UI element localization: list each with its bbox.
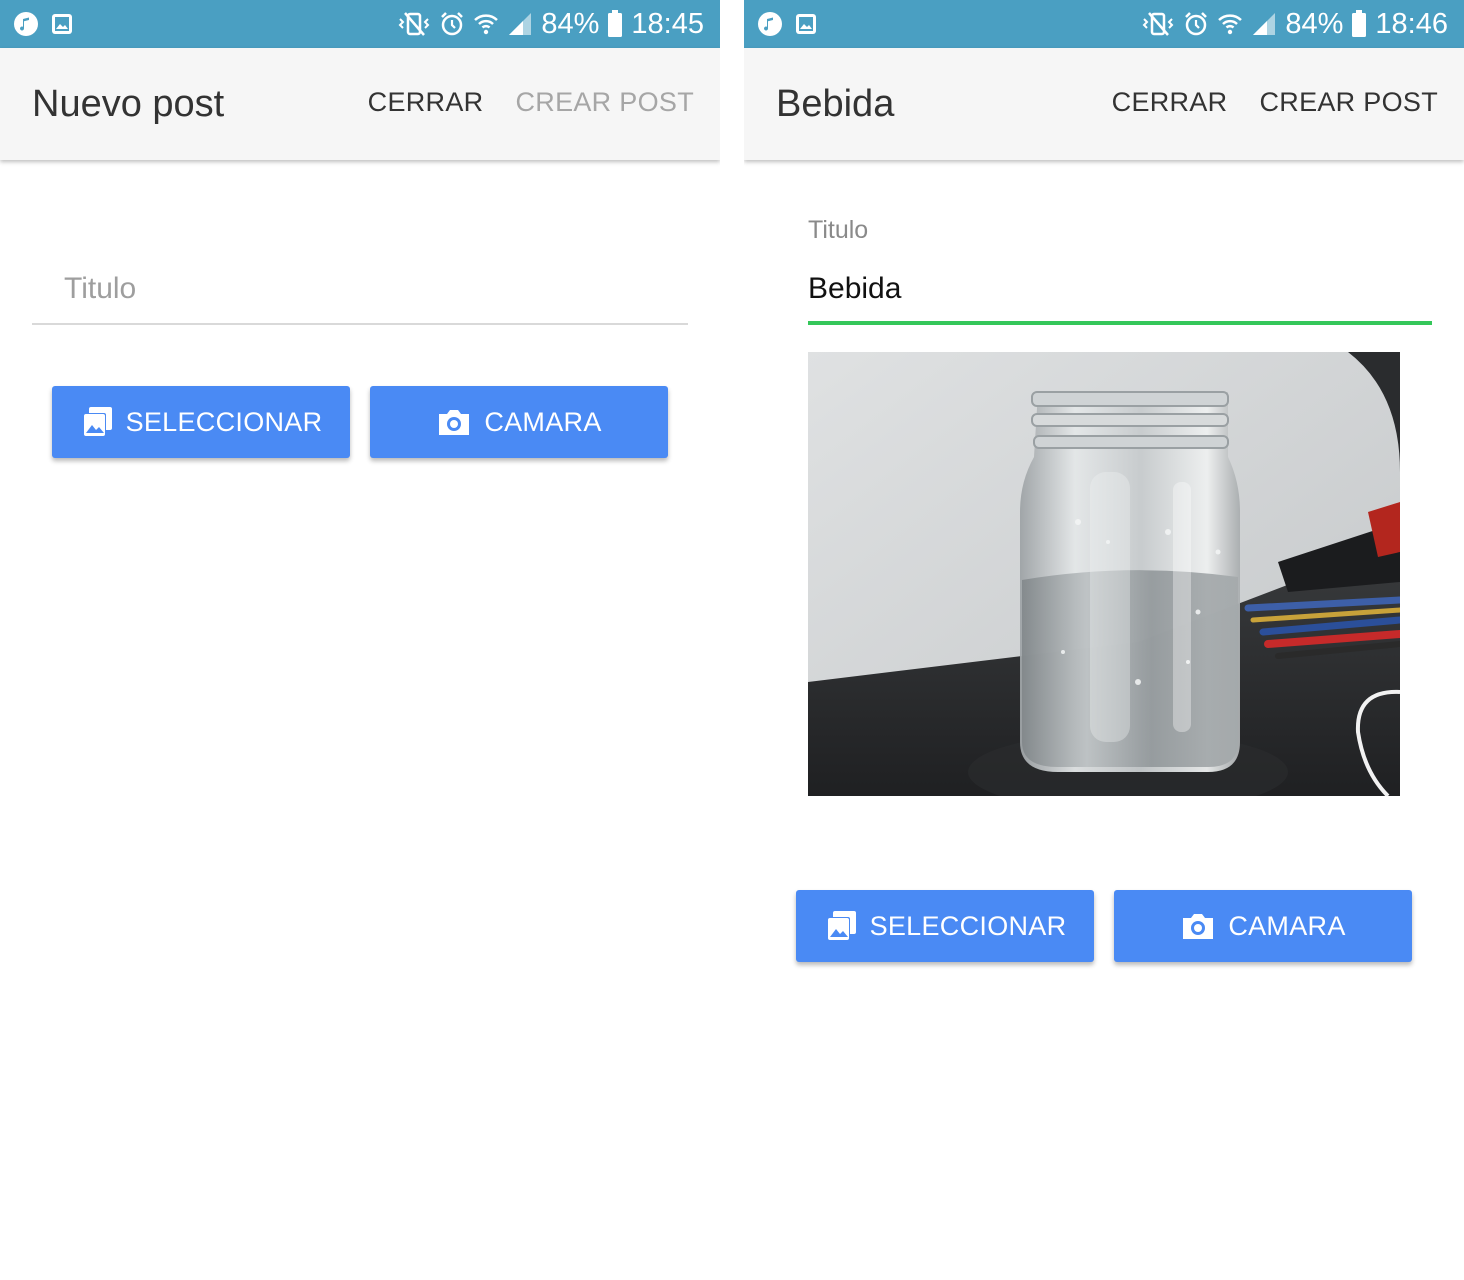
select-image-button[interactable]: SELECCIONAR (52, 386, 350, 458)
camera-icon (1180, 911, 1216, 941)
signal-icon (1251, 11, 1277, 37)
camera-label: CAMARA (484, 406, 602, 437)
status-bar: 84% 18:45 (0, 0, 720, 48)
vibrate-mute-icon (1141, 11, 1175, 37)
select-image-button[interactable]: SELECCIONAR (796, 890, 1094, 962)
battery-icon (607, 10, 623, 38)
app-toolbar: Bebida CERRAR CREAR POST (744, 48, 1464, 160)
alarm-icon (1183, 11, 1209, 37)
camera-button[interactable]: CAMARA (370, 386, 668, 458)
post-photo (808, 352, 1400, 796)
image-notification-icon (50, 12, 74, 36)
image-notification-icon (794, 12, 818, 36)
music-note-icon (14, 12, 38, 36)
wifi-icon (473, 11, 499, 37)
battery-icon (1351, 10, 1367, 38)
screen-post-with-photo: 84% 18:46 Bebida CERRAR CREAR POST Titul… (744, 0, 1464, 1280)
camera-button[interactable]: CAMARA (1114, 890, 1412, 962)
signal-icon (507, 11, 533, 37)
close-button[interactable]: CERRAR (368, 87, 484, 118)
page-title: Bebida (776, 83, 895, 125)
create-post-button[interactable]: CREAR POST (515, 87, 694, 118)
wifi-icon (1217, 11, 1243, 37)
vibrate-mute-icon (397, 11, 431, 37)
camera-label: CAMARA (1228, 910, 1346, 941)
close-button[interactable]: CERRAR (1112, 87, 1228, 118)
gallery-icon (824, 909, 858, 943)
status-time: 18:45 (631, 7, 704, 40)
title-input-placeholder[interactable]: Titulo (64, 272, 136, 306)
title-floating-label: Titulo (808, 216, 869, 244)
status-bar: 84% 18:46 (744, 0, 1464, 48)
select-image-label: SELECCIONAR (869, 910, 1067, 941)
app-toolbar: Nuevo post CERRAR CREAR POST (0, 48, 720, 160)
title-input-underline (808, 321, 1432, 325)
title-input[interactable]: Bebida (808, 272, 901, 306)
screen-new-post: 84% 18:45 Nuevo post CERRAR CREAR POST T… (0, 0, 720, 1280)
create-post-button[interactable]: CREAR POST (1259, 87, 1438, 118)
battery-percent: 84% (541, 7, 600, 40)
select-image-label: SELECCIONAR (125, 406, 323, 437)
gallery-icon (80, 405, 114, 439)
page-title: Nuevo post (32, 83, 225, 125)
alarm-icon (439, 11, 465, 37)
camera-icon (436, 407, 472, 437)
status-time: 18:46 (1375, 7, 1448, 40)
battery-percent: 84% (1285, 7, 1344, 40)
music-note-icon (758, 12, 782, 36)
title-input-underline (32, 323, 688, 325)
